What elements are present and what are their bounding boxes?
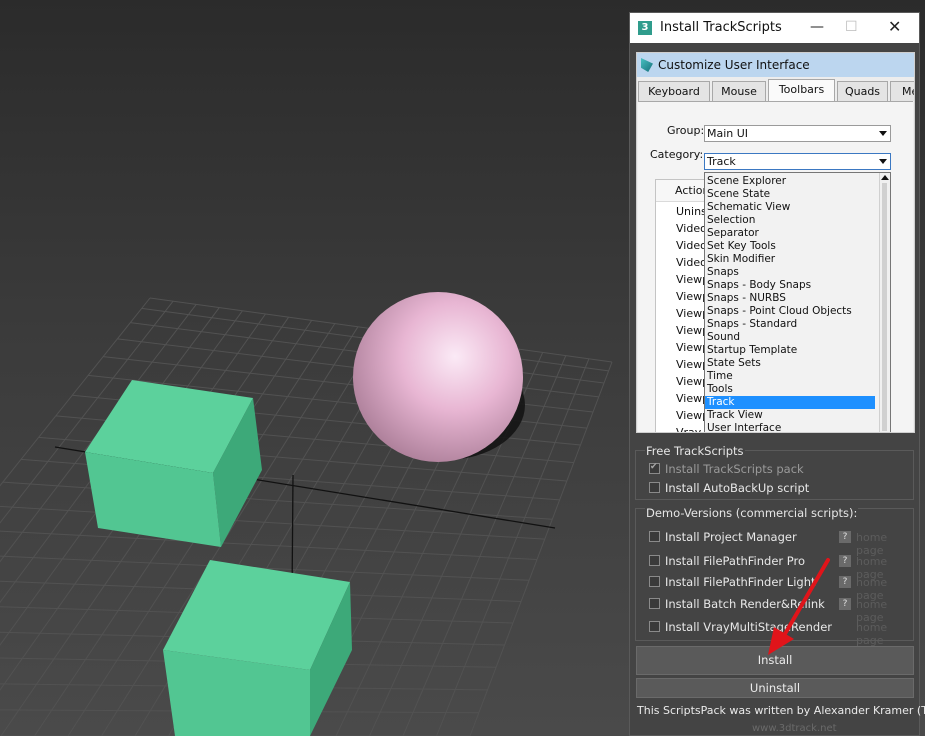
group-select-value: Main UI: [707, 127, 749, 140]
category-option[interactable]: Set Key Tools: [705, 240, 875, 253]
category-select-value: Track: [707, 155, 736, 168]
dialog-title: Install TrackScripts: [660, 20, 782, 35]
tab-mouse[interactable]: Mouse: [712, 81, 766, 101]
free-section-title: Free TrackScripts: [645, 444, 745, 458]
tab-menus[interactable]: Me: [890, 81, 914, 101]
category-option[interactable]: State Sets: [705, 357, 875, 370]
action-list-item[interactable]: Unins: [676, 203, 707, 220]
group-select[interactable]: Main UI: [704, 125, 891, 142]
customize-ui-window: Customize User Interface Keyboard Mouse …: [636, 52, 915, 433]
category-option[interactable]: Sound: [705, 331, 875, 344]
category-option[interactable]: Snaps - Body Snaps: [705, 279, 875, 292]
category-option[interactable]: Snaps - Standard: [705, 318, 875, 331]
website-link[interactable]: www.3dtrack.net: [752, 723, 837, 734]
category-option[interactable]: Track View: [705, 409, 875, 422]
category-select[interactable]: Track: [704, 153, 891, 170]
3dsmax-app-icon: 3: [638, 21, 652, 35]
free-trackscripts-section: Free TrackScripts Install TrackScripts p…: [635, 444, 914, 500]
checkbox[interactable]: [649, 576, 660, 587]
uninstall-button[interactable]: Uninstall: [636, 678, 914, 698]
install-trackscripts-pack-option[interactable]: Install TrackScripts pack: [649, 460, 804, 477]
customize-ui-titlebar: Customize User Interface: [637, 53, 914, 77]
tab-quads[interactable]: Quads: [837, 81, 888, 101]
category-option[interactable]: Time: [705, 370, 875, 383]
demo-section-title: Demo-Versions (commercial scripts):: [645, 506, 859, 520]
tab-toolbars[interactable]: Toolbars: [768, 79, 835, 102]
category-option[interactable]: Tools: [705, 383, 875, 396]
checkbox[interactable]: [649, 460, 660, 475]
group-label: Group:: [667, 124, 705, 137]
dropdown-scrollbar[interactable]: [879, 173, 890, 432]
category-option[interactable]: Snaps - Point Cloud Objects: [705, 305, 875, 318]
action-list-item[interactable]: Video: [676, 237, 707, 254]
author-credit: This ScriptsPack was written by Alexande…: [637, 704, 925, 717]
chevron-down-icon: [879, 131, 887, 136]
install-autobackup-option[interactable]: Install AutoBackUp script: [649, 481, 809, 496]
demo-option-row[interactable]: Install Project Manager: [649, 530, 797, 545]
home-page-link[interactable]: home page: [856, 531, 913, 557]
checkbox[interactable]: [649, 482, 660, 493]
customize-ui-title: Customize User Interface: [658, 58, 810, 72]
checkbox[interactable]: [649, 531, 660, 542]
pink-sphere: [353, 292, 523, 462]
category-option[interactable]: Snaps - NURBS: [705, 292, 875, 305]
category-option[interactable]: Selection: [705, 214, 875, 227]
option-label: Install AutoBackUp script: [665, 481, 810, 495]
tab-keyboard[interactable]: Keyboard: [638, 81, 710, 101]
toolbars-panel: Group: Main UI Category: Track Action Un…: [638, 101, 913, 432]
action-list-item[interactable]: Video: [676, 220, 707, 237]
red-arrow-annotation: [768, 558, 830, 655]
option-label: Install TrackScripts pack: [665, 462, 804, 476]
action-list-item[interactable]: Vray: [676, 424, 701, 432]
category-dropdown-list[interactable]: Scene Explorer Scene State Schematic View S…: [704, 172, 891, 432]
category-option[interactable]: Separator: [705, 227, 875, 240]
category-option[interactable]: Skin Modifier: [705, 253, 875, 266]
close-button[interactable]: ✕: [888, 19, 901, 35]
3dsmax-logo-icon: [641, 58, 653, 72]
category-option[interactable]: User Interface: [705, 422, 875, 432]
checkbox[interactable]: [649, 621, 660, 632]
category-label: Category:: [650, 148, 704, 161]
category-option[interactable]: Track: [705, 396, 875, 409]
dialog-titlebar[interactable]: 3 Install TrackScripts — ☐ ✕: [630, 13, 919, 43]
minimize-button[interactable]: —: [810, 19, 824, 35]
scroll-thumb[interactable]: [882, 183, 887, 431]
chevron-down-icon: [879, 159, 887, 164]
category-option[interactable]: Snaps: [705, 266, 875, 279]
help-icon[interactable]: ?: [839, 531, 851, 543]
maximize-button[interactable]: ☐: [845, 19, 858, 35]
checkbox[interactable]: [649, 598, 660, 609]
category-option[interactable]: Schematic View: [705, 201, 875, 214]
option-label: Install Project Manager: [665, 530, 797, 544]
checkbox[interactable]: [649, 555, 660, 566]
category-option[interactable]: Scene Explorer: [705, 175, 875, 188]
action-list-item[interactable]: Video: [676, 254, 707, 271]
category-option[interactable]: Scene State: [705, 188, 875, 201]
category-option[interactable]: Startup Template: [705, 344, 875, 357]
scroll-up-icon[interactable]: [881, 175, 889, 180]
home-page-link[interactable]: home page: [856, 621, 913, 647]
